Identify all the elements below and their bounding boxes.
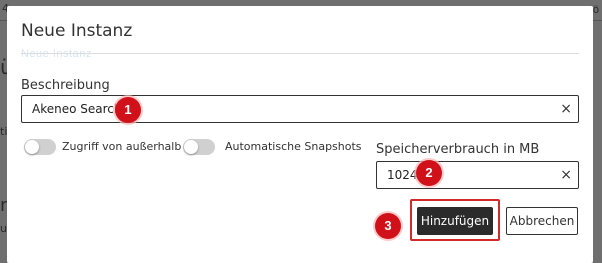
external-access-toggle[interactable] — [24, 139, 56, 155]
description-input[interactable]: Akeneo Search × — [21, 95, 579, 123]
external-access-label: Zugriff von außerhalb — [62, 140, 182, 153]
step-marker-1: 1 — [115, 97, 141, 123]
dialog-title: Neue Instanz — [21, 21, 133, 41]
auto-snapshots-label: Automatische Snapshots — [225, 140, 362, 153]
toggle-knob — [25, 140, 39, 154]
memory-value: 1024 — [387, 168, 418, 182]
memory-input[interactable]: 1024 × — [376, 161, 579, 189]
memory-label: Speicherverbrauch in MB — [376, 142, 540, 157]
backdrop-text: ö — [592, 4, 599, 16]
title-divider — [21, 53, 579, 54]
description-value: Akeneo Search — [32, 102, 122, 116]
new-instance-dialog: Neue Instanz Neue Instanz Beschreibung A… — [7, 6, 593, 263]
clear-memory-icon[interactable]: × — [560, 166, 572, 184]
add-button[interactable]: Hinzufügen — [417, 207, 493, 235]
cancel-button[interactable]: Abbrechen — [506, 207, 578, 235]
clear-description-icon[interactable]: × — [560, 100, 572, 118]
description-label: Beschreibung — [21, 78, 110, 93]
step-marker-3: 3 — [375, 213, 401, 239]
toggle-knob — [184, 140, 198, 154]
step-marker-2: 2 — [416, 160, 442, 186]
dialog-ghost-text: Neue Instanz — [21, 48, 92, 60]
auto-snapshots-toggle[interactable] — [183, 139, 215, 155]
